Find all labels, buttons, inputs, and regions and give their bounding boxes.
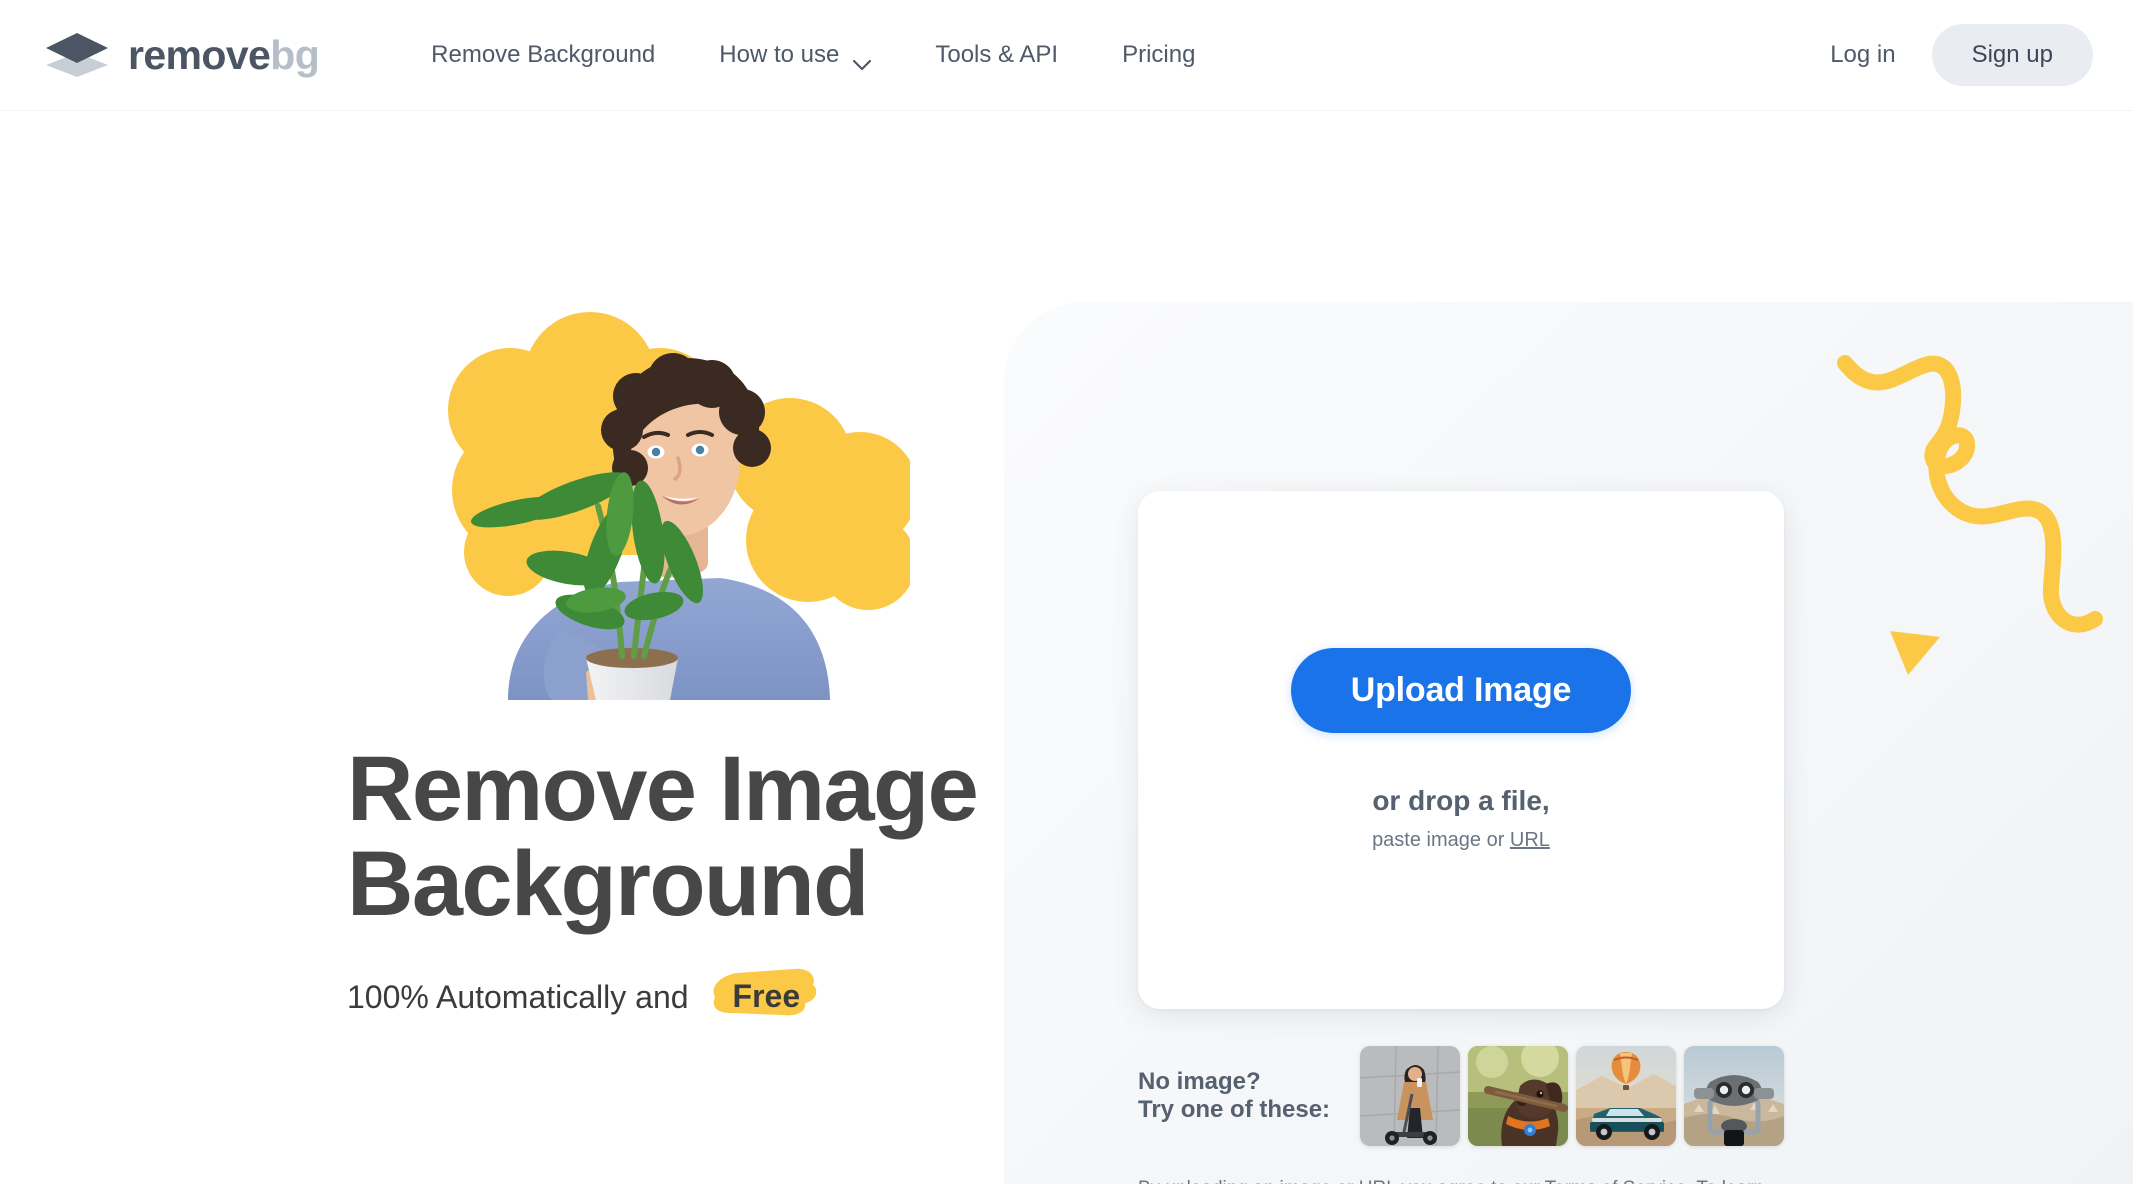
hero-photo [390, 300, 910, 700]
nav-item-tools-api[interactable]: Tools & API [903, 31, 1090, 79]
paste-url-text: paste image or URL [1372, 829, 1550, 852]
free-badge: Free [707, 968, 823, 1019]
page-title: Remove Image Background [347, 742, 1107, 932]
url-link[interactable]: URL [1510, 829, 1550, 851]
free-label: Free [732, 977, 801, 1014]
upload-image-button[interactable]: Upload Image [1290, 648, 1632, 733]
headline-line-1: Remove Image [347, 738, 979, 840]
main-nav: Remove Background How to use Tools & API… [399, 31, 1227, 79]
sample-label-line-1: No image? [1138, 1068, 1261, 1096]
subtitle-prefix: 100% Automatically and [347, 978, 689, 1015]
sample-images-row: No image? Try one of these: [1138, 1046, 1784, 1146]
sample-label-line-2: Try one of these: [1138, 1096, 1331, 1123]
login-link[interactable]: Log in [1804, 29, 1921, 81]
sample-thumbnail-dog-stick[interactable] [1468, 1046, 1568, 1146]
nav-item-pricing[interactable]: Pricing [1090, 31, 1227, 79]
terms-of-service-link[interactable]: Terms of Service [1545, 1178, 1686, 1184]
header-actions: Log in Sign up [1804, 24, 2093, 86]
logo-text-primary: remove [128, 31, 271, 78]
layers-icon [44, 31, 110, 79]
legal-part-1: By uploading an image or URL you agree t… [1138, 1178, 1545, 1184]
hero-left-column: Remove Image Background 100% Automatical… [347, 300, 1107, 1019]
hero-section: Remove Image Background 100% Automatical… [0, 110, 2133, 1184]
headline-line-2: Background [347, 832, 869, 935]
hero-subtitle: 100% Automatically and Free [347, 968, 1107, 1019]
logo[interactable]: removebg [44, 31, 320, 79]
signup-button[interactable]: Sign up [1931, 24, 2093, 86]
nav-label: How to use [719, 41, 840, 68]
logo-wordmark: removebg [128, 31, 320, 78]
nav-label: Remove Background [431, 41, 656, 68]
chevron-down-icon [853, 50, 872, 70]
logo-text-secondary: bg [270, 31, 320, 78]
nav-item-remove-background[interactable]: Remove Background [399, 31, 687, 79]
sample-thumbnail-binoculars[interactable] [1684, 1046, 1784, 1146]
sample-thumbnail-car-balloon[interactable] [1576, 1046, 1676, 1146]
uploader-column: Upload Image or drop a file, paste image… [1138, 491, 1784, 1184]
sample-thumbnails [1360, 1046, 1784, 1146]
nav-label: Pricing [1122, 41, 1196, 68]
nav-item-how-to-use[interactable]: How to use [687, 31, 903, 79]
drop-file-text: or drop a file, [1372, 785, 1550, 816]
legal-disclaimer: By uploading an image or URL you agree t… [1138, 1175, 1786, 1184]
sample-thumbnail-woman-scooter[interactable] [1360, 1046, 1460, 1146]
sample-images-label: No image? Try one of these: [1138, 1068, 1330, 1123]
site-header: removebg Remove Background How to use To… [0, 0, 2133, 110]
nav-label: Tools & API [935, 41, 1059, 68]
upload-dropzone[interactable]: Upload Image or drop a file, paste image… [1138, 491, 1784, 1009]
paste-prefix: paste image or [1372, 829, 1510, 851]
